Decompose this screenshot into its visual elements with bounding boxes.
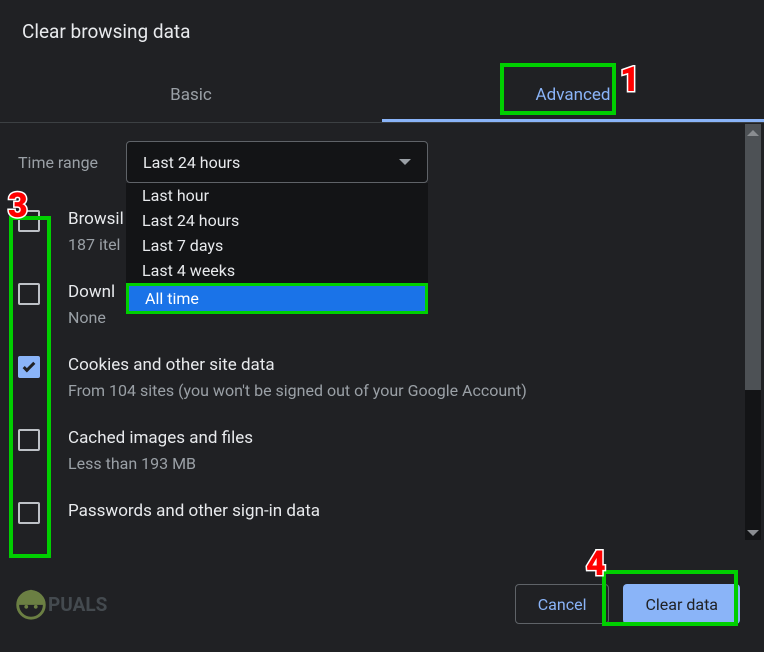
checkbox-cached[interactable] [18, 429, 40, 451]
item-title: Downl [68, 282, 115, 302]
appuals-logo-icon [12, 584, 50, 622]
option-last-hour[interactable]: Last hour [126, 183, 428, 208]
scrollbar-thumb[interactable] [745, 124, 761, 390]
time-range-value: Last 24 hours [143, 153, 240, 172]
checkbox-cookies[interactable] [18, 356, 40, 378]
option-all-time[interactable]: All time [126, 283, 428, 314]
scroll-down-icon[interactable] [747, 530, 759, 536]
watermark-text: PUALS [48, 593, 107, 616]
item-title: Browsil [68, 209, 124, 229]
item-title: Passwords and other sign-in data [68, 501, 320, 521]
list-item: Cached images and files Less than 193 MB [18, 428, 746, 473]
item-sub: From 104 sites (you won't be signed out … [68, 381, 527, 400]
time-range-select[interactable]: Last 24 hours Last hour Last 24 hours La… [126, 141, 428, 183]
item-title: Cookies and other site data [68, 355, 527, 375]
tab-bar: Basic Advanced [0, 71, 764, 123]
checkbox-download-history[interactable] [18, 283, 40, 305]
option-last-4-weeks[interactable]: Last 4 weeks [126, 258, 428, 283]
option-last-24-hours[interactable]: Last 24 hours [126, 208, 428, 233]
chevron-down-icon [399, 159, 411, 165]
item-sub: 187 itel [68, 235, 124, 254]
time-range-label: Time range [18, 153, 98, 172]
tab-basic[interactable]: Basic [0, 71, 382, 122]
annotation-number-4: 4 [586, 544, 606, 584]
annotation-number-3: 3 [8, 186, 28, 226]
tab-advanced[interactable]: Advanced [382, 71, 764, 122]
clear-data-button[interactable]: Clear data [623, 584, 740, 624]
item-title: Cached images and files [68, 428, 253, 448]
item-sub: None [68, 308, 115, 327]
item-sub: Less than 193 MB [68, 454, 253, 473]
list-item: Cookies and other site data From 104 sit… [18, 355, 746, 400]
scroll-up-icon[interactable] [747, 130, 759, 136]
cancel-button[interactable]: Cancel [515, 584, 610, 624]
list-item: Passwords and other sign-in data [18, 501, 746, 524]
time-range-dropdown: Last hour Last 24 hours Last 7 days Last… [126, 183, 428, 314]
dialog-footer: Cancel Clear data [0, 556, 764, 652]
option-last-7-days[interactable]: Last 7 days [126, 233, 428, 258]
checkbox-passwords[interactable] [18, 502, 40, 524]
time-range-current[interactable]: Last 24 hours [126, 141, 428, 183]
dialog-title: Clear browsing data [0, 0, 764, 71]
annotation-number-1: 1 [620, 60, 640, 100]
